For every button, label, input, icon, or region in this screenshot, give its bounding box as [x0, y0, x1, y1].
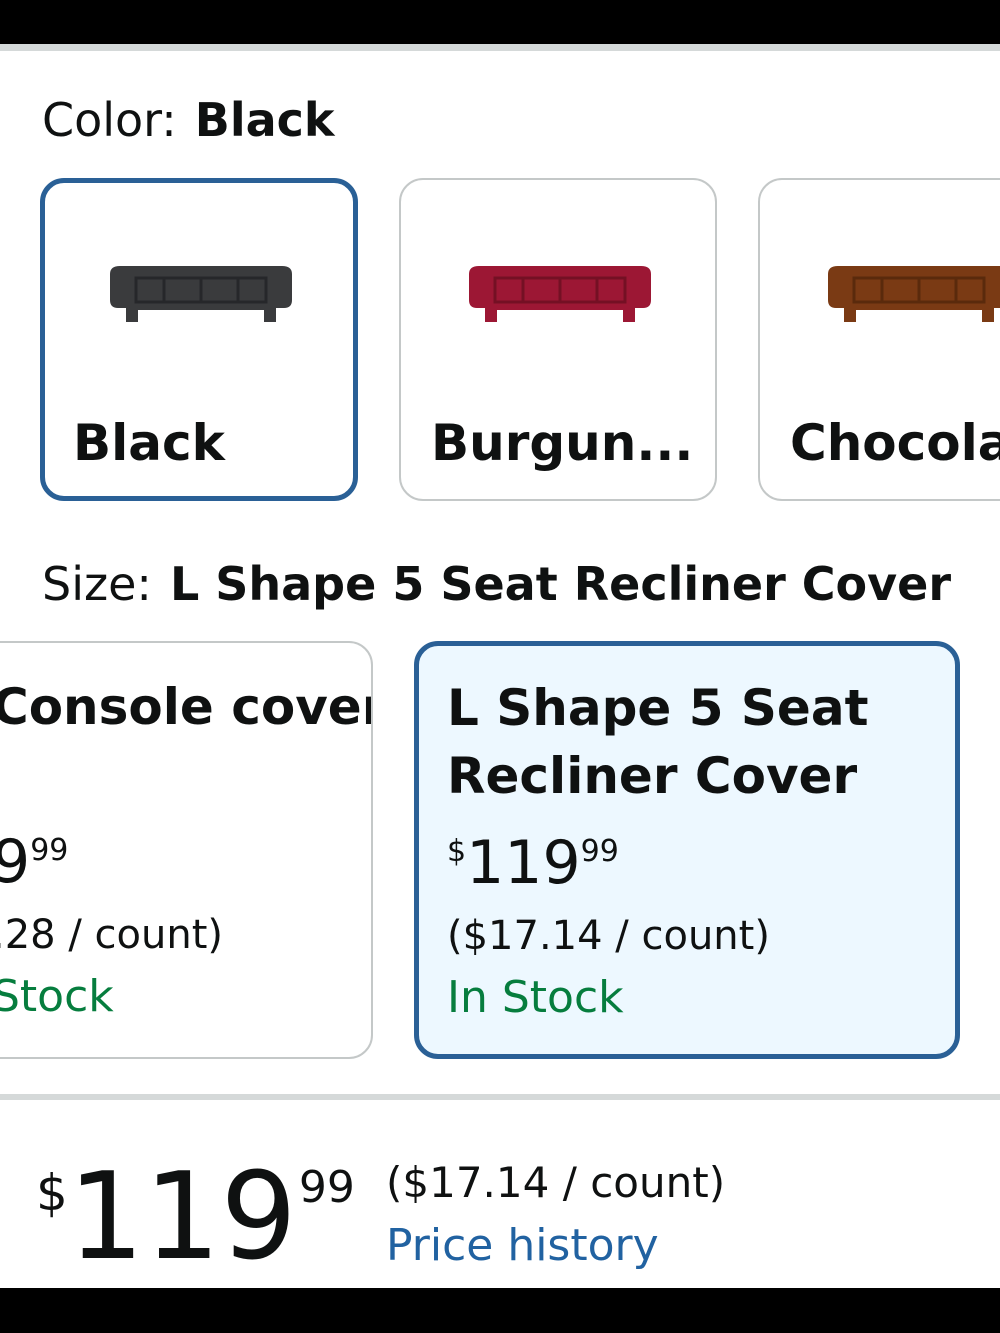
price-whole: 119: [466, 828, 581, 898]
option-title-line-2: Recliner Cover: [447, 747, 858, 805]
buybox-price: $11999: [36, 1158, 355, 1278]
section-divider: [0, 1094, 1000, 1100]
color-label: Color:: [42, 93, 177, 147]
option-title: Console cover: [0, 678, 373, 736]
swatch-label: Burgun...: [431, 414, 694, 472]
navigation-bar: [0, 1288, 1000, 1333]
status-bar: [0, 0, 1000, 44]
selected-size-value: L Shape 5 Seat Recliner Cover: [169, 557, 952, 611]
option-stock-status: Stock: [0, 971, 114, 1022]
sofa-cover-image-chocolate: [828, 266, 1000, 322]
color-selector-heading: Color: Black: [42, 92, 335, 148]
option-price: 999: [0, 832, 68, 892]
swatch-label: Chocolat: [790, 414, 1000, 472]
price-whole: 9: [0, 827, 30, 897]
price-symbol: $: [36, 1164, 68, 1222]
swatch-label: Black: [73, 414, 225, 472]
size-label: Size:: [42, 557, 152, 611]
size-option-l-shape-5-seat[interactable]: L Shape 5 Seat Recliner Cover $11999 ($1…: [414, 641, 960, 1059]
buybox-unit-price: ($17.14 / count): [386, 1158, 726, 1207]
price-fraction: 99: [580, 834, 619, 869]
option-unit-price: .28 / count): [0, 912, 223, 958]
selected-color-value: Black: [194, 93, 335, 147]
option-unit-price: ($17.14 / count): [447, 913, 770, 959]
color-swatch-burgundy[interactable]: Burgun...: [399, 178, 717, 501]
sofa-cover-image-black: [110, 266, 292, 322]
color-swatch-chocolate[interactable]: Chocolat: [758, 178, 1000, 501]
price-fraction: 99: [30, 833, 69, 868]
product-variation-panel: Color: Black Black Burgun... Chocolat Siz…: [0, 44, 1000, 1288]
option-stock-status: In Stock: [447, 972, 624, 1023]
size-selector-heading: Size: L Shape 5 Seat Recliner Cover: [42, 556, 951, 612]
sofa-cover-image-burgundy: [469, 266, 651, 322]
color-swatch-black[interactable]: Black: [40, 178, 358, 501]
price-fraction: 99: [298, 1162, 355, 1213]
size-option-console-cover[interactable]: Console cover 999 .28 / count) Stock: [0, 641, 373, 1059]
price-history-link[interactable]: Price history: [386, 1220, 659, 1272]
top-divider: [0, 44, 1000, 51]
option-title-line-1: L Shape 5 Seat: [447, 679, 869, 737]
price-whole: 119: [67, 1148, 297, 1287]
price-symbol: $: [447, 834, 467, 869]
option-price: $11999: [447, 833, 619, 893]
